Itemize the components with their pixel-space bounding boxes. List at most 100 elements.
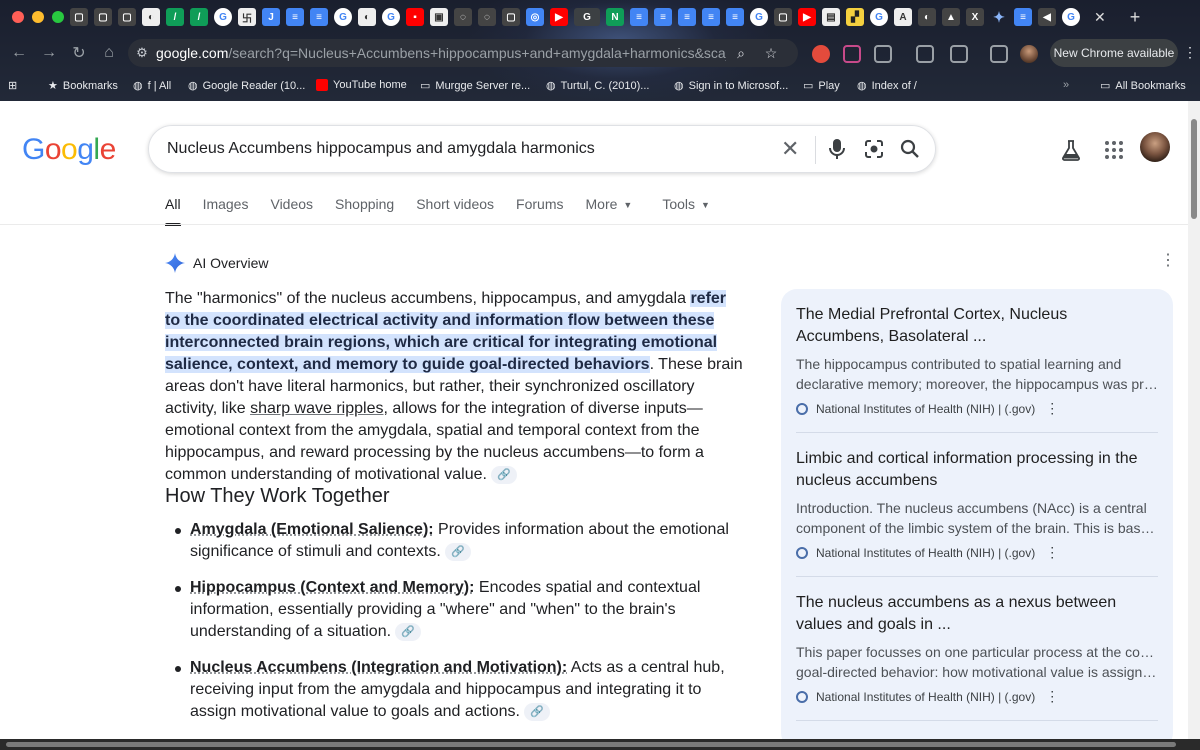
search-box[interactable]: Nucleus Accumbens hippocampus and amygda… <box>148 125 936 173</box>
minimize-window-button[interactable] <box>32 11 44 23</box>
horizontal-scrollbar[interactable] <box>0 739 1200 750</box>
tab-shopping[interactable]: Shopping <box>335 196 394 226</box>
tab-favicon-icon[interactable]: ▢ <box>70 8 88 26</box>
close-tab-icon[interactable]: ✕ <box>1094 9 1106 26</box>
clear-search-icon[interactable]: ✕ <box>781 136 799 162</box>
scrollbar-thumb[interactable] <box>1191 119 1197 219</box>
gemini-tab-icon[interactable]: ✦ <box>990 8 1008 26</box>
tab-favicon-icon[interactable]: / <box>190 8 208 26</box>
bookmark-item[interactable]: ◍ Google Reader (10... <box>188 79 305 93</box>
tab-favicon-icon[interactable]: ▢ <box>118 8 136 26</box>
bookmark-item[interactable]: ▭ Play <box>803 79 840 93</box>
source-card[interactable]: The nucleus accumbens as a nexus between… <box>796 592 1158 705</box>
tab-favicon-icon[interactable]: J <box>262 8 280 26</box>
citation-link-icon[interactable]: 🔗 <box>523 702 550 721</box>
bookmark-item[interactable]: ◍ f | All <box>133 79 171 93</box>
google-tab-icon[interactable]: G <box>1062 8 1080 26</box>
youtube-tab-icon[interactable]: ▶ <box>798 8 816 26</box>
back-icon[interactable]: ← <box>4 44 34 62</box>
term-hippocampus[interactable]: Hippocampus (Context and Memory): <box>190 579 474 596</box>
google-tab-icon[interactable]: G <box>382 8 400 26</box>
x-tab-icon[interactable]: X <box>966 8 984 26</box>
drive-tab-icon[interactable]: ▲ <box>942 8 960 26</box>
tab-tools[interactable]: Tools ▼ <box>662 196 710 226</box>
browser-menu-icon[interactable]: ⋮ <box>1183 44 1197 61</box>
tab-favicon-icon[interactable]: ◌ <box>454 8 472 26</box>
tab-favicon-icon[interactable]: N <box>606 8 624 26</box>
tab-favicon-icon[interactable]: A <box>894 8 912 26</box>
reload-icon[interactable]: ↻ <box>64 43 94 63</box>
address-bar[interactable]: ⚙ google.com/search?q=Nucleus+Accumbens+… <box>128 39 798 67</box>
source-card[interactable]: The Medial Prefrontal Cortex, Nucleus Ac… <box>796 304 1158 417</box>
bookmark-item[interactable]: ◍ Index of / <box>857 79 917 93</box>
profile-avatar[interactable] <box>1020 45 1038 63</box>
account-avatar[interactable] <box>1140 132 1170 162</box>
docs-tab-icon[interactable]: ≡ <box>702 8 720 26</box>
google-tab-icon[interactable]: G <box>750 8 768 26</box>
google-apps-icon[interactable] <box>1105 141 1123 159</box>
home-icon[interactable]: ⌂ <box>94 44 124 62</box>
youtube-tab-icon[interactable]: ▶ <box>550 8 568 26</box>
site-info-icon[interactable]: ⚙ <box>128 45 156 61</box>
google-tab-icon[interactable]: G <box>334 8 352 26</box>
citation-link-icon[interactable]: 🔗 <box>444 542 471 561</box>
tab-favicon-icon[interactable]: ◎ <box>526 8 544 26</box>
extension-icon[interactable] <box>950 45 968 63</box>
tab-forums[interactable]: Forums <box>516 196 563 226</box>
tab-favicon-icon[interactable]: ▣ <box>430 8 448 26</box>
vertical-scrollbar[interactable] <box>1188 101 1200 739</box>
forward-icon[interactable]: → <box>34 44 64 62</box>
tab-videos[interactable]: Videos <box>270 196 313 226</box>
tab-favicon-icon[interactable]: ▢ <box>502 8 520 26</box>
citation-link-icon[interactable]: 🔗 <box>490 465 517 484</box>
new-tab-button[interactable]: + <box>1130 7 1141 28</box>
tab-favicon-icon[interactable]: ▞ <box>846 8 864 26</box>
bookmark-item[interactable]: ▭ Murgge Server re... <box>420 79 530 93</box>
tab-favicon-icon[interactable]: ▢ <box>94 8 112 26</box>
google-lens-icon[interactable] <box>864 139 884 159</box>
source-menu-icon[interactable]: ⋮ <box>1045 544 1059 561</box>
citation-link-icon[interactable]: 🔗 <box>395 622 422 641</box>
tab-favicon-icon[interactable]: ▤ <box>822 8 840 26</box>
extension-icon[interactable] <box>990 45 1008 63</box>
tab-favicon-icon[interactable]: ◐ <box>918 8 936 26</box>
term-amygdala[interactable]: Amygdala (Emotional Salience): <box>190 521 434 538</box>
extension-icon[interactable] <box>843 45 861 63</box>
source-title[interactable]: Limbic and cortical information processi… <box>796 448 1158 492</box>
google-logo[interactable]: Google <box>22 133 116 167</box>
url-text[interactable]: google.com/search?q=Nucleus+Accumbens+hi… <box>156 45 726 61</box>
tab-favicon-icon[interactable]: 卐 <box>238 8 256 26</box>
apps-grid-icon[interactable]: ⊞ <box>8 79 17 92</box>
maximize-window-button[interactable] <box>52 11 64 23</box>
source-menu-icon[interactable]: ⋮ <box>1045 400 1059 417</box>
tab-all[interactable]: All <box>165 196 181 226</box>
extension-icon[interactable] <box>812 45 830 63</box>
google-tab-icon[interactable]: G <box>870 8 888 26</box>
tab-favicon-icon[interactable]: ◐ <box>142 8 160 26</box>
new-chrome-available-button[interactable]: New Chrome available <box>1050 39 1178 67</box>
tab-favicon-icon[interactable]: / <box>166 8 184 26</box>
tab-favicon-icon[interactable]: ▪ <box>406 8 424 26</box>
search-input[interactable]: Nucleus Accumbens hippocampus and amygda… <box>167 140 595 158</box>
zoom-icon[interactable]: ⌕ <box>726 45 756 62</box>
audio-playing-icon[interactable]: ◀ <box>1038 8 1056 26</box>
bookmark-item[interactable]: ◍ Sign in to Microsof... <box>674 79 788 93</box>
tab-more[interactable]: More ▼ <box>586 196 633 226</box>
bookmark-item[interactable]: YouTube home <box>316 79 407 91</box>
tab-images[interactable]: Images <box>203 196 249 226</box>
microphone-icon[interactable] <box>829 138 845 160</box>
docs-tab-icon[interactable]: ≡ <box>310 8 328 26</box>
docs-tab-icon[interactable]: ≡ <box>1014 8 1032 26</box>
tab-favicon-icon[interactable]: ◌ <box>478 8 496 26</box>
labs-flask-icon[interactable] <box>1060 139 1082 161</box>
docs-tab-icon[interactable]: ≡ <box>726 8 744 26</box>
bookmark-item[interactable]: ◍ Turtul, C. (2010)... <box>546 79 649 93</box>
source-card[interactable]: Limbic and cortical information processi… <box>796 448 1158 561</box>
term-nucleus-accumbens[interactable]: Nucleus Accumbens (Integration and Motiv… <box>190 659 567 676</box>
active-google-tab-icon[interactable]: G <box>574 8 600 26</box>
source-menu-icon[interactable]: ⋮ <box>1045 688 1059 705</box>
tab-favicon-icon[interactable]: ▢ <box>774 8 792 26</box>
docs-tab-icon[interactable]: ≡ <box>654 8 672 26</box>
search-icon[interactable] <box>900 139 920 159</box>
bookmarks-overflow-icon[interactable]: » <box>1063 79 1069 91</box>
